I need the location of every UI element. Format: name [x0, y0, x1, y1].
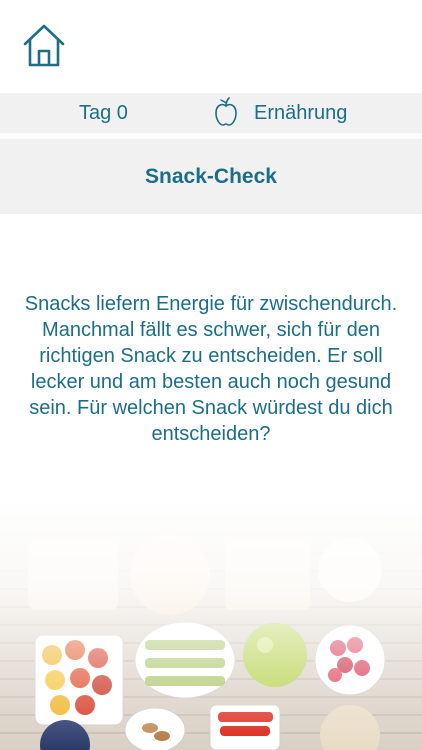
info-bar: Tag 0 Ernährung — [0, 93, 422, 133]
home-button[interactable] — [20, 22, 68, 68]
home-icon — [23, 24, 65, 67]
day-label: Tag 0 — [79, 102, 128, 124]
intro-text: Snacks liefern Energie für zwischendurch… — [24, 293, 398, 445]
food-background-image — [0, 500, 422, 750]
apple-icon — [215, 97, 237, 126]
page-title: Snack-Check — [0, 139, 422, 214]
topic-label: Ernährung — [254, 102, 348, 124]
